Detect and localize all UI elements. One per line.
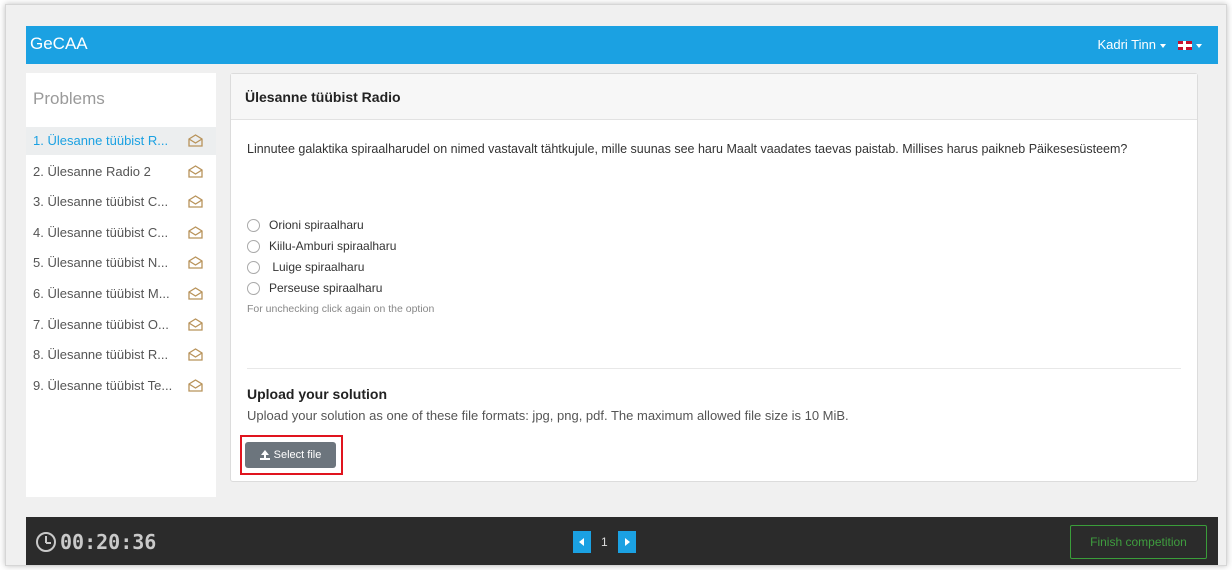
problems-sidebar: Problems 1. Ülesanne tüübist R... 2. Üle…	[26, 73, 216, 497]
option-label: Luige spiraalharu	[269, 260, 365, 274]
sidebar-item-problem-4[interactable]: 4. Ülesanne tüübist C...	[26, 219, 216, 247]
sidebar-item-label: 7. Ülesanne tüübist O...	[33, 316, 169, 332]
pagination: 1	[573, 531, 636, 553]
question-text: Linnutee galaktika spiraalharudel on nim…	[247, 142, 1128, 156]
unchecking-hint: For unchecking click again on the option	[247, 303, 435, 315]
envelope-open-icon	[188, 134, 203, 147]
answer-option-3[interactable]: Luige spiraalharu	[247, 257, 396, 278]
option-label: Kiilu-Amburi spiraalharu	[269, 239, 397, 253]
radio-button[interactable]	[247, 219, 260, 232]
radio-button[interactable]	[247, 261, 260, 274]
divider	[247, 368, 1181, 369]
sidebar-item-problem-6[interactable]: 6. Ülesanne tüübist M...	[26, 280, 216, 308]
answer-option-4[interactable]: Perseuse spiraalharu	[247, 278, 396, 299]
select-file-button[interactable]: Select file	[245, 442, 336, 468]
envelope-open-icon	[188, 287, 203, 300]
envelope-open-icon	[188, 195, 203, 208]
sidebar-item-label: 8. Ülesanne tüübist R...	[33, 347, 169, 363]
sidebar-item-problem-3[interactable]: 3. Ülesanne tüübist C...	[26, 188, 216, 216]
chevron-down-icon	[1160, 43, 1166, 48]
radio-button[interactable]	[247, 282, 260, 295]
clock-icon	[36, 532, 56, 552]
previous-page-button[interactable]	[573, 531, 591, 553]
sidebar-item-label: 2. Ülesanne Radio 2	[33, 163, 151, 179]
sidebar-item-label: 3. Ülesanne tüübist C...	[33, 194, 169, 210]
upload-icon	[259, 450, 270, 460]
sidebar-item-label: 6. Ülesanne tüübist M...	[33, 285, 170, 301]
envelope-open-icon	[188, 348, 203, 361]
answer-option-2[interactable]: Kiilu-Amburi spiraalharu	[247, 236, 396, 257]
sidebar-item-problem-8[interactable]: 8. Ülesanne tüübist R...	[26, 341, 216, 369]
brand-logo[interactable]: GeCAA	[30, 34, 88, 54]
upload-description: Upload your solution as one of these fil…	[247, 408, 849, 423]
sidebar-item-problem-2[interactable]: 2. Ülesanne Radio 2	[26, 158, 216, 186]
app-window: GeCAA Kadri Tinn Problems 1. Ülesanne tü…	[5, 4, 1227, 566]
sidebar-item-label: 1. Ülesanne tüübist R...	[33, 133, 169, 148]
sidebar-item-problem-9[interactable]: 9. Ülesanne tüübist Te...	[26, 372, 216, 400]
radio-button[interactable]	[247, 240, 260, 253]
option-label: Orioni spiraalharu	[269, 218, 364, 232]
next-page-button[interactable]	[617, 531, 636, 553]
uk-flag-icon	[1178, 41, 1192, 51]
envelope-open-icon	[188, 317, 203, 331]
envelope-open-icon	[188, 226, 203, 239]
chevron-down-icon	[1196, 43, 1202, 48]
page-number: 1	[601, 535, 608, 549]
sidebar-item-label: 9. Ülesanne tüübist Te...	[33, 377, 173, 393]
timer: 00:20:36	[36, 530, 156, 554]
upload-title: Upload your solution	[247, 386, 387, 402]
problem-title: Ülesanne tüübist Radio	[231, 74, 1197, 120]
option-label: Perseuse spiraalharu	[269, 281, 383, 295]
envelope-open-icon	[188, 256, 203, 270]
answer-option-1[interactable]: Orioni spiraalharu	[247, 215, 396, 236]
user-menu[interactable]: Kadri Tinn	[1097, 37, 1166, 52]
sidebar-item-label: 4. Ülesanne tüübist C...	[33, 224, 169, 240]
top-navbar: GeCAA Kadri Tinn	[26, 26, 1218, 64]
language-menu[interactable]	[1178, 38, 1202, 52]
sidebar-title: Problems	[33, 89, 105, 108]
envelope-open-icon	[188, 378, 203, 392]
timer-value: 00:20:36	[60, 530, 157, 554]
problem-card: Ülesanne tüübist Radio Linnutee galaktik…	[230, 73, 1198, 482]
sidebar-item-problem-5[interactable]: 5. Ülesanne tüübist N...	[26, 249, 216, 277]
sidebar-item-label: 5. Ülesanne tüübist N...	[33, 255, 169, 271]
problem-list: 1. Ülesanne tüübist R... 2. Ülesanne Rad…	[26, 127, 216, 402]
envelope-open-icon	[188, 164, 203, 178]
answer-options: Orioni spiraalharu Kiilu-Amburi spiraalh…	[247, 215, 396, 299]
footer-bar: 00:20:36 1 Finish competition	[26, 517, 1218, 565]
sidebar-item-problem-7[interactable]: 7. Ülesanne tüübist O...	[26, 311, 216, 339]
sidebar-item-problem-1[interactable]: 1. Ülesanne tüübist R...	[26, 127, 216, 155]
finish-competition-button[interactable]: Finish competition	[1070, 525, 1207, 559]
user-name: Kadri Tinn	[1097, 37, 1156, 52]
select-file-label: Select file	[273, 449, 322, 461]
